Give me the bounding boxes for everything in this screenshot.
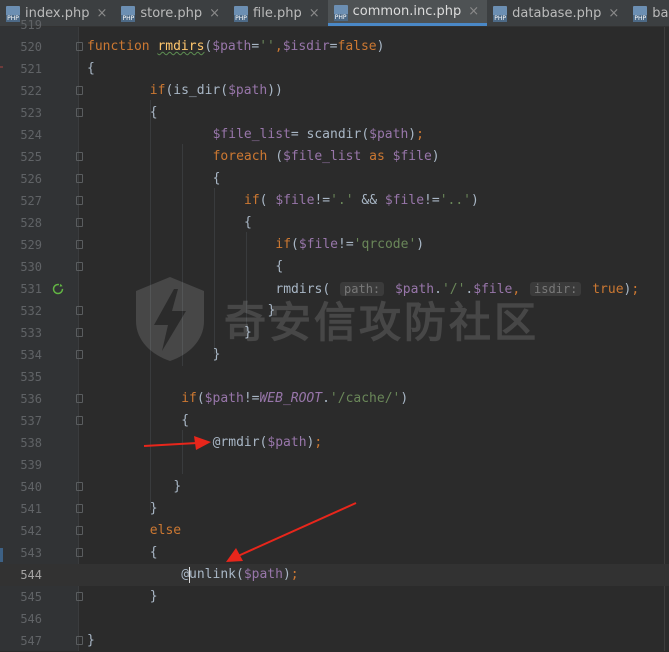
code-text: } [173, 479, 182, 494]
fold-marker-icon[interactable] [76, 592, 83, 601]
code-line[interactable]: 524 $file_list= scandir($path); [0, 124, 669, 146]
fold-marker-icon[interactable] [76, 416, 83, 425]
code-line[interactable]: 526 { [0, 168, 669, 190]
recursive-call-icon[interactable] [52, 283, 64, 295]
fold-marker-icon[interactable] [76, 328, 83, 337]
watermark-text: 奇安信攻防社区 [224, 297, 540, 347]
fold-marker-icon[interactable] [76, 636, 83, 645]
line-number: 525 [20, 150, 42, 164]
code-line[interactable]: 525 foreach ($file_list as $file) [0, 146, 669, 168]
fold-marker-icon[interactable] [76, 86, 83, 95]
code-text: else [149, 523, 182, 538]
line-number: 527 [20, 194, 42, 208]
code-line[interactable]: 546 [0, 608, 669, 630]
code-line[interactable]: 522 if(is_dir($path)) [0, 80, 669, 102]
line-number: 533 [20, 326, 42, 340]
code-text: if(is_dir($path)) [149, 83, 283, 98]
fold-marker-icon[interactable] [76, 548, 83, 557]
line-number: 545 [20, 590, 42, 604]
code-text: @rmdir($path); [212, 435, 323, 450]
code-line[interactable]: 545} [0, 586, 669, 608]
line-number: 538 [20, 436, 42, 450]
code-line[interactable]: 540} [0, 476, 669, 498]
code-line[interactable]: 527 if( $file!='.' && $file!='..') [0, 190, 669, 212]
fold-marker-icon[interactable] [76, 262, 83, 271]
fold-marker-icon[interactable] [76, 482, 83, 491]
code-text: @unlink($path); [181, 566, 299, 583]
code-line[interactable]: 520 function rmdirs($path='',$isdir=false… [0, 36, 669, 58]
line-number: 530 [20, 260, 42, 274]
code-line[interactable]: 535 [0, 366, 669, 388]
line-number: 532 [20, 304, 42, 318]
fold-marker-icon[interactable] [76, 108, 83, 117]
code-line[interactable]: 528 { [0, 212, 669, 234]
code-text: { [149, 105, 158, 120]
line-number: 526 [20, 172, 42, 186]
code-line[interactable]: 538 @rmdir($path); [0, 432, 669, 454]
code-line[interactable]: 537 { [0, 410, 669, 432]
line-number: 524 [20, 128, 42, 142]
code-line[interactable]: 544 @unlink($path); [0, 564, 669, 586]
line-number: 536 [20, 392, 42, 406]
code-text: { [212, 171, 221, 186]
code-line[interactable]: 523 { [0, 102, 669, 124]
code-line[interactable]: 542 else [0, 520, 669, 542]
code-text: if($path!=WEB_ROOT.'/cache/') [181, 391, 409, 406]
line-number: 523 [20, 106, 42, 120]
code-text: if( $file!='.' && $file!='..') [244, 193, 479, 208]
fold-marker-icon[interactable] [76, 394, 83, 403]
fold-marker-icon[interactable] [76, 42, 83, 51]
line-number: 547 [20, 634, 42, 648]
code-line[interactable]: 541} [0, 498, 669, 520]
line-number: 541 [20, 502, 42, 516]
line-number: 539 [20, 458, 42, 472]
code-line[interactable]: 543 { [0, 542, 669, 564]
fold-marker-icon[interactable] [76, 174, 83, 183]
code-text: { [149, 545, 158, 560]
line-number: 520 [20, 40, 42, 54]
fold-marker-icon[interactable] [76, 240, 83, 249]
watermark: 奇安信攻防社区 [130, 275, 539, 363]
line-number: 543 [20, 546, 42, 560]
line-number: 546 [20, 612, 42, 626]
code-text: foreach ($file_list as $file) [212, 149, 440, 164]
fold-marker-icon[interactable] [76, 350, 83, 359]
code-text: { [244, 215, 252, 230]
line-number: 521 [20, 62, 42, 76]
fold-marker-icon[interactable] [76, 504, 83, 513]
line-number: 537 [20, 414, 42, 428]
fold-marker-icon[interactable] [76, 152, 83, 161]
code-line[interactable]: 529 if($file!='qrcode') [0, 234, 669, 256]
code-text: } [87, 633, 95, 648]
code-line[interactable]: 539 [0, 454, 669, 476]
code-text: } [149, 589, 158, 604]
line-number: 535 [20, 370, 42, 384]
fold-marker-icon[interactable] [76, 306, 83, 315]
code-text: { [181, 413, 190, 428]
fold-marker-icon[interactable] [76, 526, 83, 535]
code-text: if($file!='qrcode') [275, 237, 425, 252]
code-text: $file_list= scandir($path); [212, 127, 424, 142]
code-line[interactable]: 547} [0, 630, 669, 652]
line-number: 522 [20, 84, 42, 98]
fold-marker-icon[interactable] [76, 218, 83, 227]
line-number: 531 [20, 282, 42, 296]
line-number: 534 [20, 348, 42, 362]
lightning-shield-icon [136, 277, 204, 361]
code-line[interactable]: 521 { [0, 58, 669, 80]
fold-marker-icon[interactable] [76, 196, 83, 205]
text-caret [189, 566, 191, 583]
line-number: 540 [20, 480, 42, 494]
line-number: 542 [20, 524, 42, 538]
line-number: 529 [20, 238, 42, 252]
line-number: 544 [20, 568, 42, 582]
code-text: { [87, 61, 95, 76]
code-line[interactable]: 519 [0, 14, 669, 36]
code-line[interactable]: 536 if($path!=WEB_ROOT.'/cache/') [0, 388, 669, 410]
line-number: 528 [20, 216, 42, 230]
code-text: function rmdirs($path='',$isdir=false) [87, 39, 385, 54]
line-number: 519 [20, 18, 42, 32]
code-text: } [149, 501, 158, 516]
